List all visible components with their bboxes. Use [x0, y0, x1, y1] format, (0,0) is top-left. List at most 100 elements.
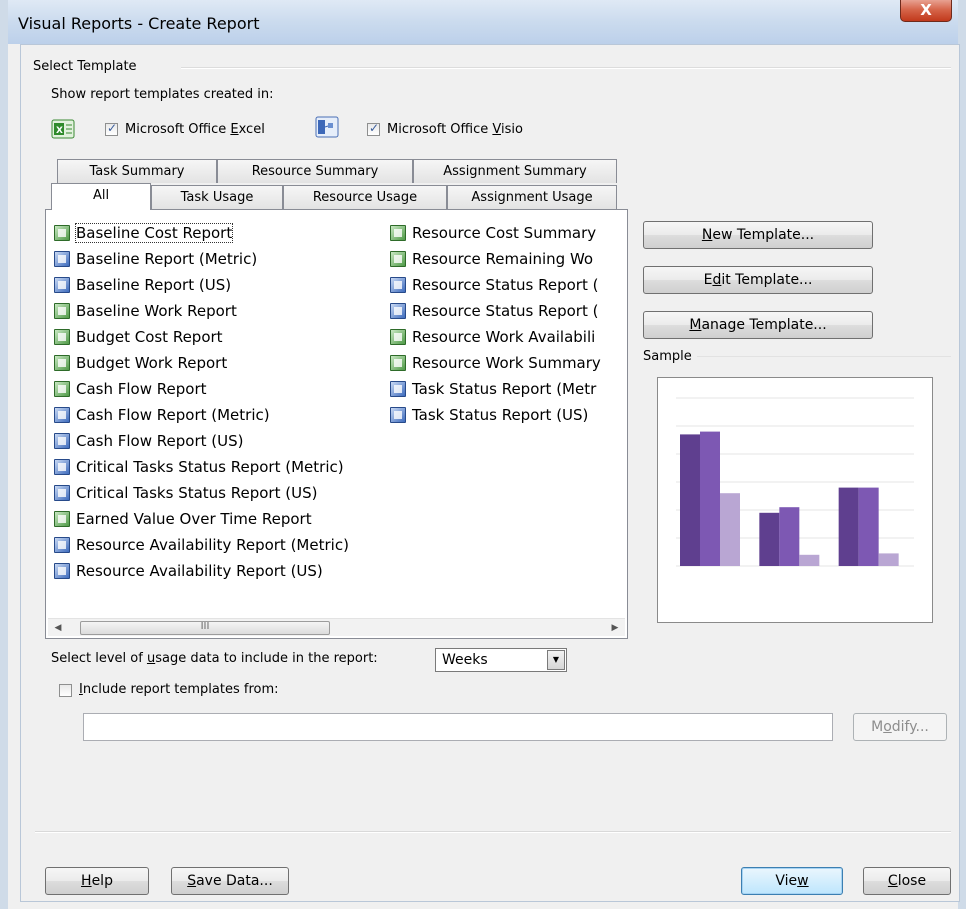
report-list-col1-clip: Baseline Cost Report Baseline Report (Met…	[50, 210, 390, 610]
report-list-item[interactable]: Cash Flow Report	[50, 376, 349, 402]
report-list-item[interactable]: Resource Status Report (	[386, 272, 601, 298]
report-list-col2-clip: Resource Cost Summary Resource Remaining …	[386, 210, 624, 610]
report-list-item-label: Baseline Work Report	[76, 302, 237, 320]
report-list-item[interactable]: Critical Tasks Status Report (US)	[50, 480, 349, 506]
close-icon: X	[920, 1, 932, 19]
excel-checkbox-label[interactable]: Microsoft Office Excel	[125, 122, 265, 137]
visio-template-icon	[54, 485, 70, 501]
excel-template-icon	[54, 225, 70, 241]
report-list-item[interactable]: Resource Remaining Wo	[386, 246, 601, 272]
excel-app-icon: X	[51, 119, 75, 139]
visio-template-icon	[54, 407, 70, 423]
report-list-item-label: Resource Remaining Wo	[412, 250, 594, 268]
sample-label: Sample	[643, 349, 692, 364]
usage-level-select[interactable]: Weeks ▼	[435, 648, 567, 672]
edit-template-button[interactable]: Edit Template...	[643, 266, 873, 294]
tab-task-summary[interactable]: Task Summary	[57, 159, 217, 183]
excel-checkbox[interactable]: ✓	[105, 121, 118, 136]
report-list-item[interactable]: Resource Availability Report (US)	[50, 558, 349, 584]
report-list-item-label: Budget Cost Report	[76, 328, 223, 346]
report-list-col1: Baseline Cost Report Baseline Report (Met…	[50, 220, 349, 584]
report-list-item[interactable]: Baseline Work Report	[50, 298, 349, 324]
report-list-item-label: Critical Tasks Status Report (US)	[76, 484, 318, 502]
scrollbar-thumb[interactable]: III	[80, 621, 330, 635]
report-list-item[interactable]: Budget Work Report	[50, 350, 349, 376]
title-bar[interactable]: Visual Reports - Create Report X	[8, 0, 958, 44]
excel-template-icon	[54, 381, 70, 397]
report-list-item[interactable]: Cash Flow Report (Metric)	[50, 402, 349, 428]
report-list-item-label: Task Status Report (Metr	[412, 380, 597, 398]
sample-chart	[676, 397, 914, 567]
scroll-right-icon[interactable]: ▶	[607, 621, 623, 635]
report-list-item[interactable]: Resource Availability Report (Metric)	[50, 532, 349, 558]
chart-bar	[759, 512, 780, 566]
dropdown-arrow-icon[interactable]: ▼	[547, 650, 565, 670]
report-list-item[interactable]: Earned Value Over Time Report	[50, 506, 349, 532]
report-list-item-label: Resource Cost Summary	[412, 224, 597, 242]
report-list-item-label: Resource Status Report (	[412, 302, 599, 320]
report-list-item-label: Resource Availability Report (US)	[76, 562, 323, 580]
report-list-item-label: Resource Status Report (	[412, 276, 599, 294]
report-list-item[interactable]: Resource Work Availabili	[386, 324, 601, 350]
close-window-button[interactable]: X	[900, 0, 952, 22]
include-templates-checkbox[interactable]	[59, 684, 72, 697]
excel-template-icon	[390, 355, 406, 371]
save-data-button[interactable]: Save Data...	[171, 867, 289, 895]
help-button[interactable]: Help	[45, 867, 149, 895]
usage-level-value: Weeks	[442, 652, 488, 668]
checkmark-icon: ✓	[107, 121, 118, 135]
chart-bar	[858, 487, 879, 566]
visio-checkbox-label[interactable]: Microsoft Office Visio	[387, 122, 523, 137]
excel-template-icon	[54, 303, 70, 319]
horizontal-scrollbar[interactable]: ◀ III ▶	[48, 618, 625, 636]
footer-divider	[35, 831, 951, 833]
report-list-item[interactable]: Baseline Report (Metric)	[50, 246, 349, 272]
tab-assignment-usage[interactable]: Assignment Usage	[447, 185, 617, 209]
visio-template-icon	[54, 537, 70, 553]
report-list-item[interactable]: Resource Status Report (	[386, 298, 601, 324]
report-list-item[interactable]: Budget Cost Report	[50, 324, 349, 350]
report-list-item-label: Baseline Report (US)	[76, 276, 232, 294]
report-list-item[interactable]: Task Status Report (Metr	[386, 376, 601, 402]
tab-resource-usage[interactable]: Resource Usage	[283, 185, 447, 209]
report-list-item[interactable]: Critical Tasks Status Report (Metric)	[50, 454, 349, 480]
visio-template-icon	[54, 251, 70, 267]
dialog-body: Select Template Show report templates cr…	[20, 44, 960, 902]
new-template-button[interactable]: New Template...	[643, 221, 873, 249]
visio-template-icon	[54, 433, 70, 449]
scroll-left-icon[interactable]: ◀	[50, 621, 66, 635]
report-list-item[interactable]: Task Status Report (US)	[386, 402, 601, 428]
close-button[interactable]: Close	[863, 867, 951, 895]
report-list-item-label: Resource Availability Report (Metric)	[76, 536, 349, 554]
tab-resource-summary[interactable]: Resource Summary	[217, 159, 413, 183]
select-template-group-label: Select Template	[33, 59, 137, 74]
tab-assignment-summary[interactable]: Assignment Summary	[413, 159, 617, 183]
tab-all[interactable]: All	[51, 183, 151, 210]
report-list-item-label: Cash Flow Report	[76, 380, 207, 398]
excel-template-icon	[390, 225, 406, 241]
report-list-item-label: Baseline Report (Metric)	[76, 250, 258, 268]
report-list-item[interactable]: Baseline Report (US)	[50, 272, 349, 298]
report-list-item[interactable]: Cash Flow Report (US)	[50, 428, 349, 454]
report-list-item[interactable]: Resource Work Summary	[386, 350, 601, 376]
report-list-item-label: Cash Flow Report (US)	[76, 432, 244, 450]
visio-checkbox[interactable]: ✓	[367, 121, 380, 136]
visio-app-icon	[315, 116, 339, 138]
modify-button[interactable]: Modify...	[853, 713, 947, 741]
chart-bar	[700, 431, 720, 566]
report-list-item[interactable]: Resource Cost Summary	[386, 220, 601, 246]
visio-template-icon	[54, 563, 70, 579]
chart-bar	[799, 554, 820, 566]
excel-template-icon	[54, 355, 70, 371]
tab-task-usage[interactable]: Task Usage	[151, 185, 283, 209]
report-list-col2: Resource Cost Summary Resource Remaining …	[386, 220, 601, 428]
report-list-item[interactable]: Baseline Cost Report	[50, 220, 349, 246]
checkmark-icon: ✓	[369, 121, 380, 135]
view-button[interactable]: View	[741, 867, 843, 895]
include-templates-label[interactable]: Include report templates from:	[79, 682, 279, 697]
visio-template-icon	[390, 407, 406, 423]
window-title: Visual Reports - Create Report	[18, 14, 260, 33]
show-templates-label: Show report templates created in:	[51, 87, 274, 102]
template-path-input[interactable]	[83, 713, 833, 741]
manage-template-button[interactable]: Manage Template...	[643, 311, 873, 339]
